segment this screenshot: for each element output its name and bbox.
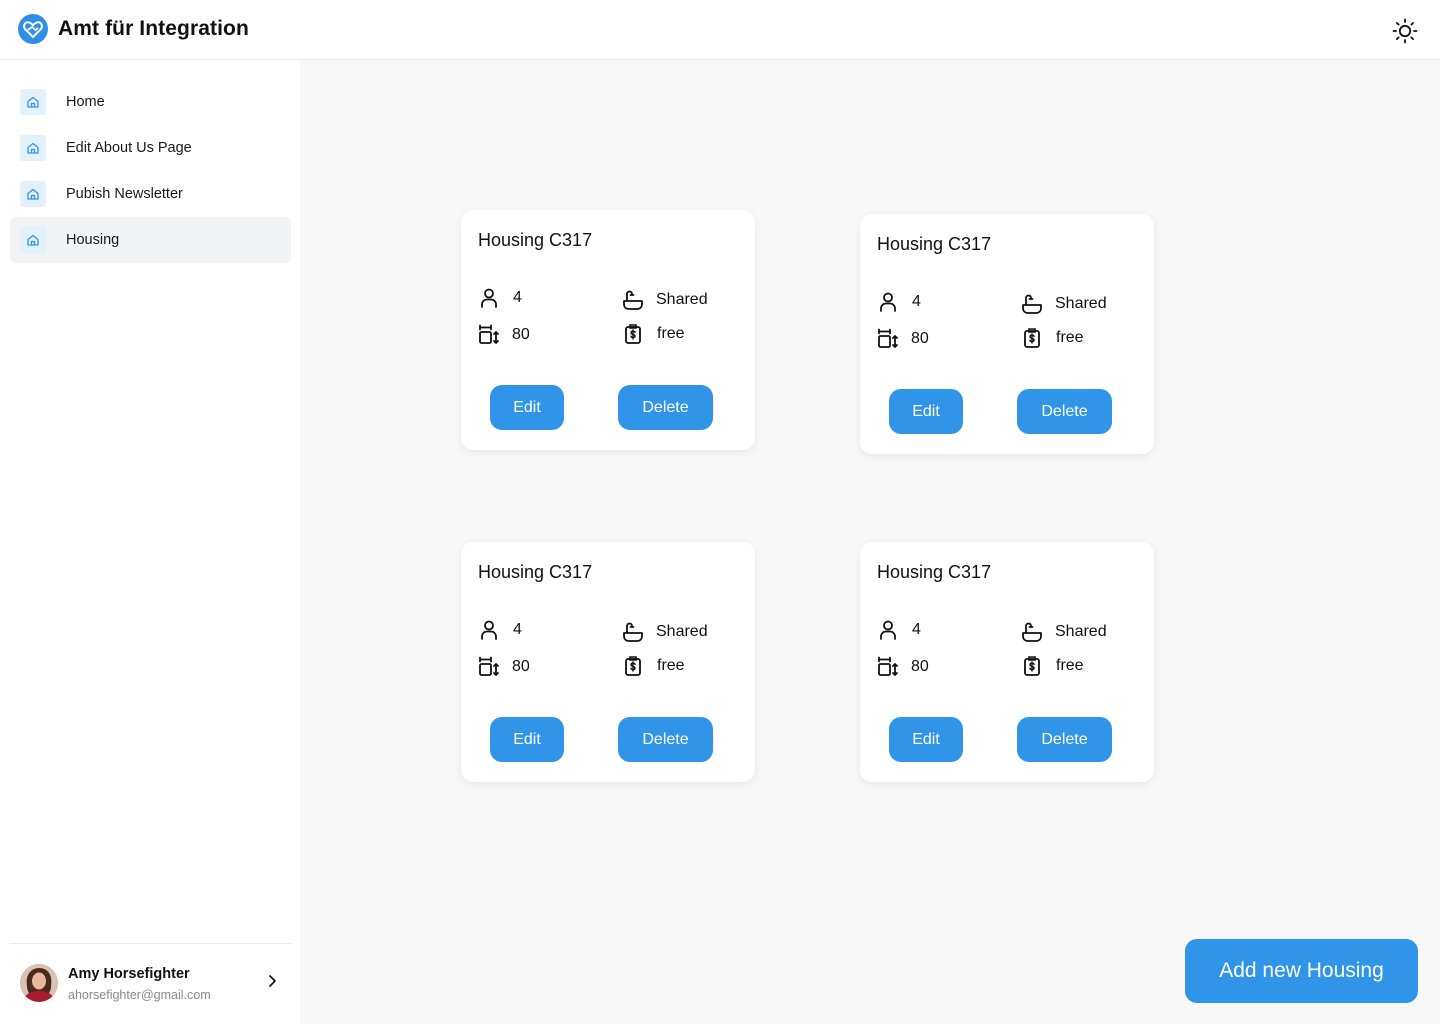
- sidebar-item-label: Home: [66, 94, 105, 110]
- area-attr: 80: [478, 324, 530, 346]
- delete-button[interactable]: Delete: [618, 717, 713, 762]
- occupants-attr: 4: [877, 619, 921, 641]
- bathroom-value: Shared: [1055, 295, 1107, 312]
- occupants-value: 4: [513, 289, 522, 306]
- bathtub-icon: [623, 290, 643, 310]
- person-icon: [880, 620, 896, 640]
- edit-button[interactable]: Edit: [889, 389, 963, 434]
- sidebar-item-edit-about-us[interactable]: Edit About Us Page: [10, 125, 291, 171]
- app-title: Amt für Integration: [58, 17, 249, 40]
- delete-button[interactable]: Delete: [1017, 389, 1112, 434]
- occupants-value: 4: [912, 621, 921, 638]
- housing-card: Housing C317 4 80 Shared free Edit Delet…: [860, 214, 1154, 454]
- price-tag-icon: [1024, 656, 1040, 676]
- dimensions-icon: [479, 656, 499, 676]
- sidebar-item-label: Pubish Newsletter: [66, 186, 183, 202]
- occupants-attr: 4: [478, 287, 522, 309]
- housing-card: Housing C317 4 80 Shared free Edit Delet…: [461, 210, 755, 450]
- sidebar-item-housing[interactable]: Housing: [10, 217, 291, 263]
- sidebar-item-label: Housing: [66, 232, 120, 248]
- sun-icon[interactable]: [1392, 18, 1418, 44]
- price-attr: free: [622, 655, 685, 677]
- occupants-attr: 4: [877, 291, 921, 313]
- home-icon: [20, 181, 46, 207]
- price-tag-icon: [1024, 328, 1040, 348]
- delete-button[interactable]: Delete: [1017, 717, 1112, 762]
- edit-button[interactable]: Edit: [490, 385, 564, 430]
- price-tag-icon: [625, 656, 641, 676]
- user-email: ahorsefighter@gmail.com: [68, 988, 211, 1002]
- bathtub-icon: [623, 622, 643, 642]
- occupants-attr: 4: [478, 619, 522, 641]
- bathroom-attr: Shared: [622, 289, 708, 311]
- person-icon: [481, 288, 497, 308]
- chevron-right-icon[interactable]: [264, 973, 280, 989]
- housing-card: Housing C317 4 80 Shared free Edit Delet…: [860, 542, 1154, 782]
- bathtub-icon: [1022, 294, 1042, 314]
- bathtub-icon: [1022, 622, 1042, 642]
- housing-title: Housing C317: [478, 230, 593, 250]
- housing-title: Housing C317: [877, 234, 992, 254]
- bathroom-value: Shared: [656, 623, 708, 640]
- bathroom-attr: Shared: [1021, 293, 1107, 315]
- brand[interactable]: Amt für Integration: [18, 14, 249, 44]
- dimensions-icon: [479, 324, 499, 344]
- home-icon: [20, 135, 46, 161]
- price-value: free: [657, 325, 685, 342]
- divider: [10, 943, 292, 944]
- avatar: [20, 964, 58, 1002]
- price-value: free: [1056, 329, 1084, 346]
- person-icon: [481, 620, 497, 640]
- delete-button[interactable]: Delete: [618, 385, 713, 430]
- area-value: 80: [911, 330, 929, 347]
- price-value: free: [657, 657, 685, 674]
- housing-title: Housing C317: [877, 562, 992, 582]
- sidebar-item-label: Edit About Us Page: [66, 140, 192, 156]
- dimensions-icon: [878, 656, 898, 676]
- price-attr: free: [1021, 655, 1084, 677]
- bathroom-value: Shared: [656, 291, 708, 308]
- area-attr: 80: [877, 328, 929, 350]
- edit-button[interactable]: Edit: [889, 717, 963, 762]
- heart-logo-icon: [18, 14, 48, 44]
- occupants-value: 4: [912, 293, 921, 310]
- price-attr: free: [1021, 327, 1084, 349]
- person-icon: [880, 292, 896, 312]
- area-value: 80: [911, 658, 929, 675]
- home-icon: [20, 227, 46, 253]
- sidebar-item-home[interactable]: Home: [10, 79, 291, 125]
- housing-title: Housing C317: [478, 562, 593, 582]
- price-attr: free: [622, 323, 685, 345]
- area-attr: 80: [478, 656, 530, 678]
- area-value: 80: [512, 658, 530, 675]
- sidebar-item-publish-newsletter[interactable]: Pubish Newsletter: [10, 171, 291, 217]
- dimensions-icon: [878, 328, 898, 348]
- price-value: free: [1056, 657, 1084, 674]
- housing-card: Housing C317 4 80 Shared free Edit Delet…: [461, 542, 755, 782]
- user-name: Amy Horsefighter: [68, 966, 190, 982]
- bathroom-attr: Shared: [1021, 621, 1107, 643]
- occupants-value: 4: [513, 621, 522, 638]
- top-bar: Amt für Integration: [0, 0, 1440, 60]
- bathroom-value: Shared: [1055, 623, 1107, 640]
- price-tag-icon: [625, 324, 641, 344]
- sidebar: Home Edit About Us Page Pubish Newslette…: [0, 60, 300, 1024]
- area-attr: 80: [877, 656, 929, 678]
- area-value: 80: [512, 326, 530, 343]
- home-icon: [20, 89, 46, 115]
- bathroom-attr: Shared: [622, 621, 708, 643]
- user-profile[interactable]: Amy Horsefighter ahorsefighter@gmail.com: [10, 954, 292, 1012]
- edit-button[interactable]: Edit: [490, 717, 564, 762]
- add-housing-button[interactable]: Add new Housing: [1185, 939, 1418, 1003]
